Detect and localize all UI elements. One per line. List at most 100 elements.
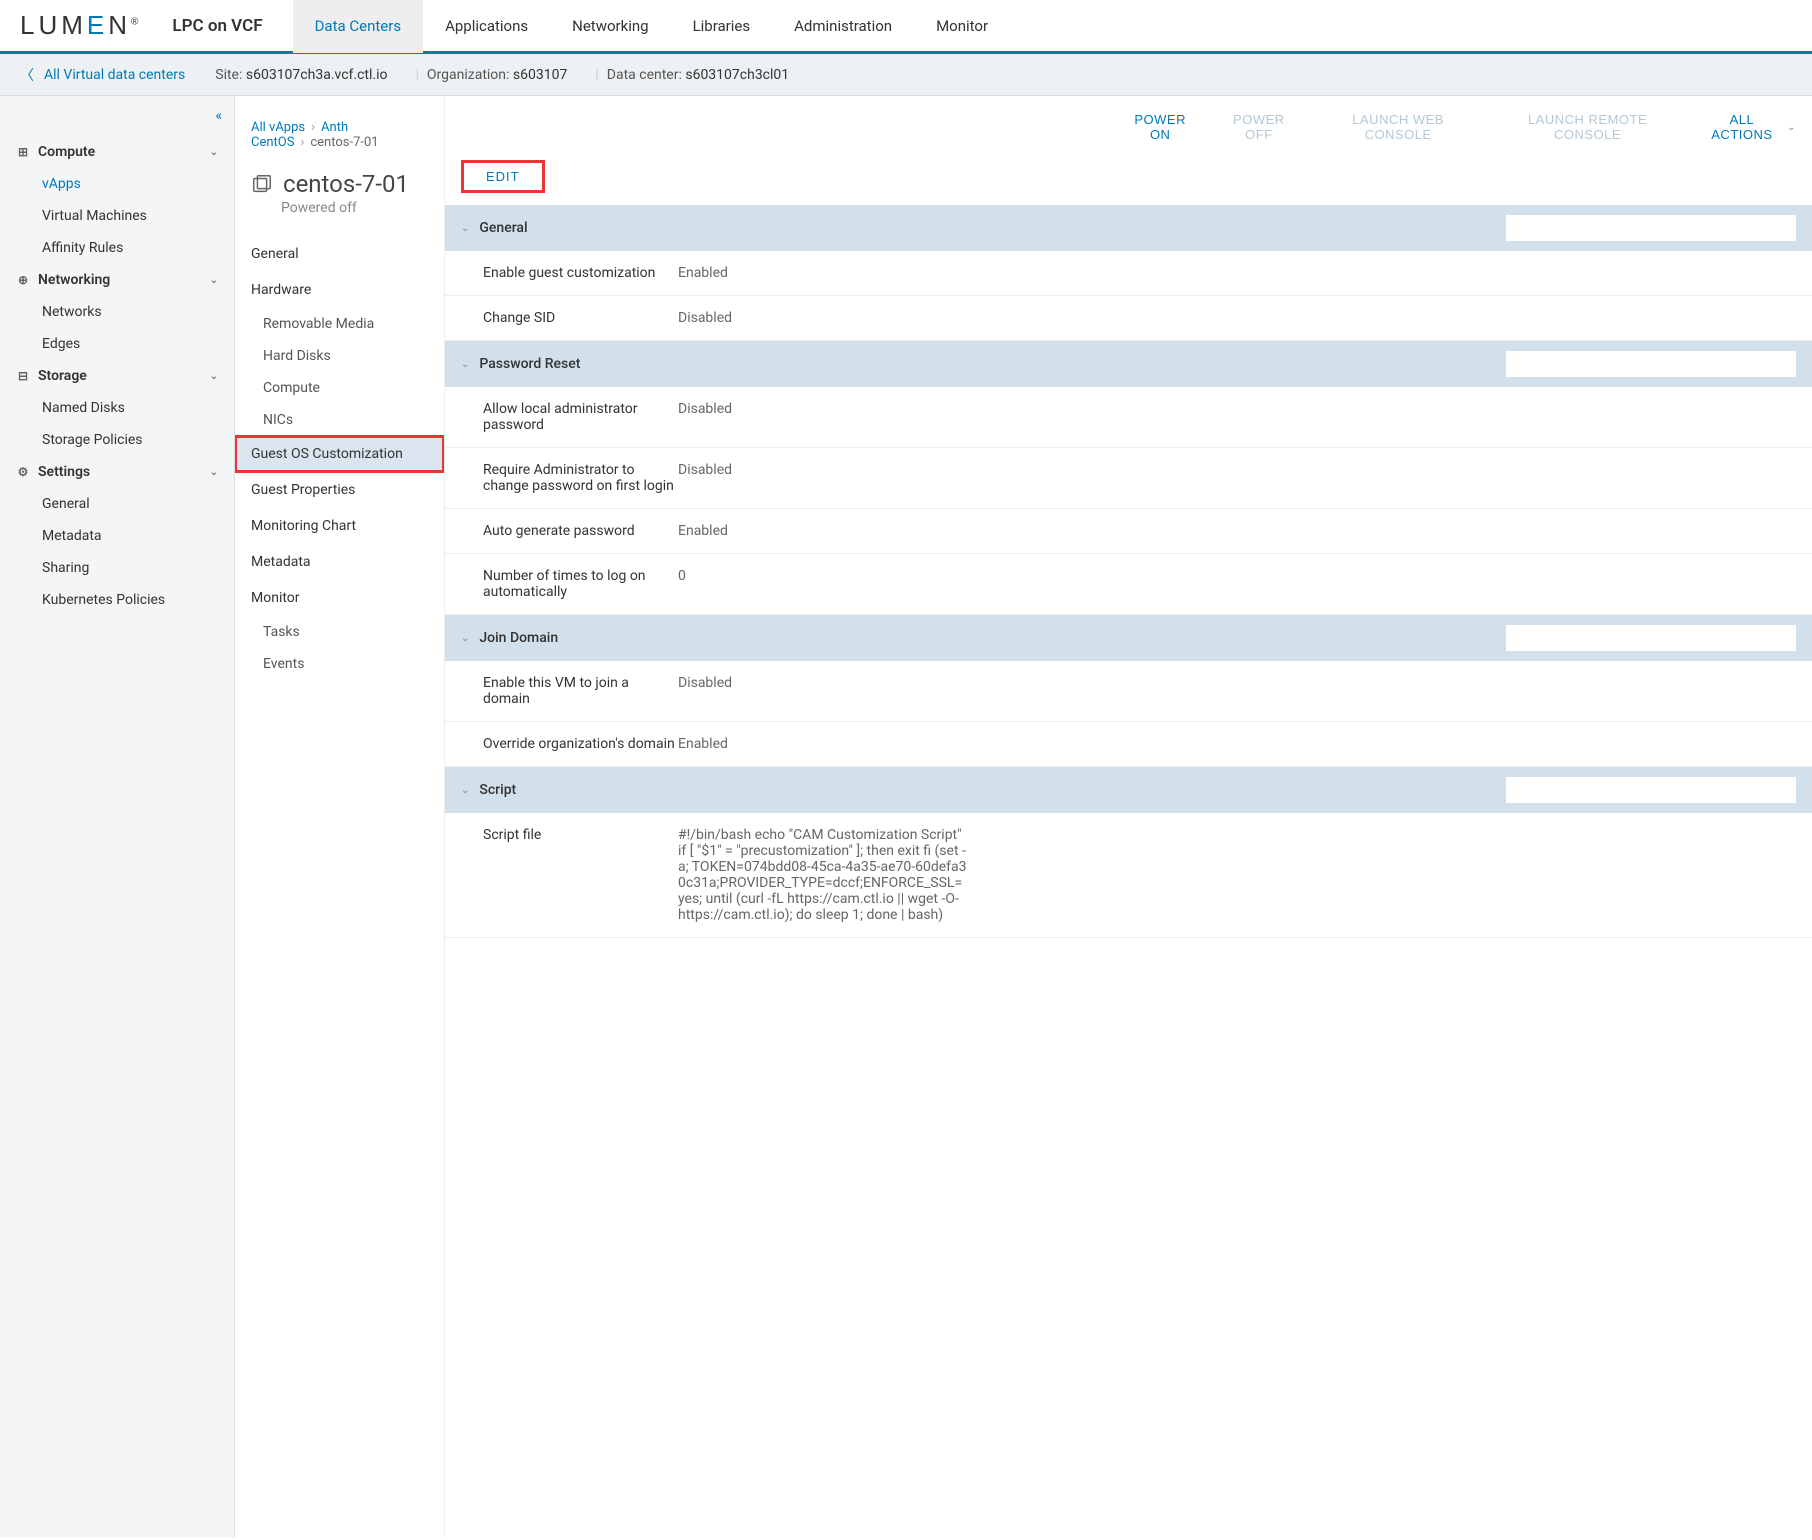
section-header-join-domain[interactable]: ⌄ Join Domain [445, 615, 1812, 661]
section-filter-input[interactable] [1506, 351, 1796, 377]
chevron-down-icon: ⌄ [1787, 122, 1796, 133]
action-power-on[interactable]: POWER ON [1124, 112, 1195, 142]
section-link-tasks[interactable]: Tasks [235, 616, 444, 648]
nav-item-storage-policies[interactable]: Storage Policies [0, 424, 234, 456]
section-filter-input[interactable] [1506, 777, 1796, 803]
nav-item-vapps[interactable]: vApps [0, 168, 234, 200]
nav-item-virtual-machines[interactable]: Virtual Machines [0, 200, 234, 232]
property-value: Enabled [678, 523, 728, 539]
section-link-removable-media[interactable]: Removable Media [235, 308, 444, 340]
top-nav: LUMEN® LPC on VCF Data CentersApplicatio… [0, 0, 1812, 54]
property-value: Enabled [678, 265, 728, 281]
property-label: Enable this VM to join a domain [483, 675, 678, 707]
context-dc: Data center: s603107ch3cl01 [607, 67, 789, 83]
nav-item-named-disks[interactable]: Named Disks [0, 392, 234, 424]
section-title: Password Reset [479, 356, 580, 372]
breadcrumb-item: centos-7-01 [310, 135, 378, 150]
nav-item-affinity-rules[interactable]: Affinity Rules [0, 232, 234, 264]
section-link-monitoring-chart[interactable]: Monitoring Chart [235, 508, 444, 544]
chevron-down-icon: ⌄ [210, 147, 218, 158]
nav-item-metadata[interactable]: Metadata [0, 520, 234, 552]
property-label: Allow local administrator password [483, 401, 678, 433]
nav-item-applications[interactable]: Applications [423, 0, 550, 53]
property-row: Require Administrator to change password… [445, 448, 1812, 509]
chevron-down-icon: ⌄ [210, 371, 218, 382]
property-row: Script file#!/bin/bash echo "CAM Customi… [445, 813, 1812, 938]
property-label: Script file [483, 827, 678, 923]
collapse-sidebar-icon[interactable]: « [215, 108, 222, 124]
action-launch-web-console: LAUNCH WEB CONSOLE [1322, 112, 1475, 142]
property-label: Auto generate password [483, 523, 678, 539]
logo: LUMEN® [20, 10, 142, 41]
nav-item-networking[interactable]: Networking [550, 0, 670, 53]
nav-item-networks[interactable]: Networks [0, 296, 234, 328]
nav-group-compute[interactable]: ⊞Compute⌄ [0, 136, 234, 168]
section-header-script[interactable]: ⌄ Script [445, 767, 1812, 813]
chevron-left-icon: 〈 [20, 65, 34, 85]
section-header-password-reset[interactable]: ⌄ Password Reset [445, 341, 1812, 387]
all-actions-dropdown[interactable]: ALL ACTIONS ⌄ [1701, 112, 1796, 142]
back-link[interactable]: 〈 All Virtual data centers [20, 65, 185, 85]
chevron-down-icon: ⌄ [461, 359, 469, 370]
breadcrumb: All vApps›Anth CentOS›centos-7-01 [235, 112, 444, 170]
property-value: Disabled [678, 401, 732, 433]
property-label: Require Administrator to change password… [483, 462, 678, 494]
nav-item-sharing[interactable]: Sharing [0, 552, 234, 584]
context-site: Site: s603107ch3a.vcf.ctl.io [215, 67, 387, 83]
property-row: Change SIDDisabled [445, 296, 1812, 341]
sidebar-mid: All vApps›Anth CentOS›centos-7-01 centos… [235, 96, 445, 1537]
chevron-down-icon: ⌄ [210, 275, 218, 286]
section-link-guest-os-customization[interactable]: Guest OS Customization [235, 436, 444, 472]
section-link-general[interactable]: General [235, 236, 444, 272]
section-link-monitor[interactable]: Monitor [235, 580, 444, 616]
property-row: Enable guest customizationEnabled [445, 251, 1812, 296]
section-link-hard-disks[interactable]: Hard Disks [235, 340, 444, 372]
chevron-down-icon: ⌄ [461, 633, 469, 644]
edit-button[interactable]: EDIT [461, 160, 545, 193]
section-header-general[interactable]: ⌄General [445, 205, 1812, 251]
property-row: Override organization's domainEnabled [445, 722, 1812, 767]
chevron-down-icon: ⌄ [461, 785, 469, 796]
vm-status: Powered off [281, 200, 428, 216]
breadcrumb-item[interactable]: All vApps [251, 120, 305, 135]
nav-item-edges[interactable]: Edges [0, 328, 234, 360]
product-title: LPC on VCF [172, 16, 262, 36]
property-value: Disabled [678, 675, 732, 707]
nav-item-general[interactable]: General [0, 488, 234, 520]
property-label: Enable guest customization [483, 265, 678, 281]
nav-item-data-centers[interactable]: Data Centers [293, 0, 423, 53]
section-filter-input[interactable] [1506, 215, 1796, 241]
nav-item-libraries[interactable]: Libraries [671, 0, 773, 53]
nav-group-storage[interactable]: ⊟Storage⌄ [0, 360, 234, 392]
property-row: Auto generate passwordEnabled [445, 509, 1812, 554]
detail-panel: POWER ON POWER OFF LAUNCH WEB CONSOLE LAUNC… [445, 96, 1812, 1537]
nav-item-monitor[interactable]: Monitor [914, 0, 1010, 53]
property-label: Override organization's domain [483, 736, 678, 752]
action-power-off: POWER OFF [1220, 112, 1298, 142]
section-filter-input[interactable] [1506, 625, 1796, 651]
property-row: Number of times to log on automatically0 [445, 554, 1812, 615]
section-link-events[interactable]: Events [235, 648, 444, 680]
property-row: Enable this VM to join a domainDisabled [445, 661, 1812, 722]
section-link-hardware[interactable]: Hardware [235, 272, 444, 308]
property-label: Number of times to log on automatically [483, 568, 678, 600]
sidebar-left: « ⊞Compute⌄vAppsVirtual MachinesAffinity… [0, 96, 235, 1537]
vm-icon [251, 173, 273, 195]
section-title: Join Domain [479, 630, 558, 646]
section-link-metadata[interactable]: Metadata [235, 544, 444, 580]
nav-item-kubernetes-policies[interactable]: Kubernetes Policies [0, 584, 234, 616]
vm-name: centos-7-01 [283, 170, 409, 198]
back-label: All Virtual data centers [44, 67, 185, 83]
property-value: 0 [678, 568, 686, 600]
nav-group-networking[interactable]: ⊕Networking⌄ [0, 264, 234, 296]
section-link-guest-properties[interactable]: Guest Properties [235, 472, 444, 508]
db-icon: ⊟ [16, 369, 30, 383]
property-value: #!/bin/bash echo "CAM Customization Scri… [678, 827, 968, 923]
section-link-compute[interactable]: Compute [235, 372, 444, 404]
nav-item-administration[interactable]: Administration [772, 0, 914, 53]
action-launch-remote-console: LAUNCH REMOTE CONSOLE [1498, 112, 1676, 142]
nav-group-settings[interactable]: ⚙Settings⌄ [0, 456, 234, 488]
property-value: Disabled [678, 462, 732, 494]
section-link-nics[interactable]: NICs [235, 404, 444, 436]
section-title: Script [479, 782, 516, 798]
